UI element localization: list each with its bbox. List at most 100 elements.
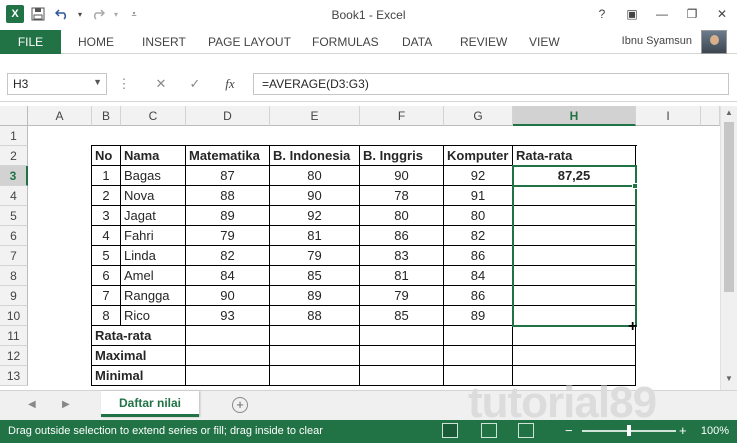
- insert-function-icon[interactable]: fx: [219, 74, 241, 94]
- table-cell[interactable]: 80: [444, 206, 513, 226]
- table-cell[interactable]: 89: [444, 306, 513, 326]
- zoom-in-icon[interactable]: +: [679, 423, 687, 438]
- page-break-view-icon[interactable]: [518, 423, 534, 438]
- col-header-j[interactable]: [701, 106, 720, 126]
- summary-cell[interactable]: [513, 326, 636, 346]
- table-cell[interactable]: 88: [270, 306, 360, 326]
- table-cell[interactable]: 81: [360, 266, 444, 286]
- row-header-12[interactable]: 12: [0, 346, 28, 366]
- table-cell[interactable]: 7: [92, 286, 121, 306]
- user-name[interactable]: Ibnu Syamsun: [622, 35, 692, 47]
- table-cell[interactable]: 79: [270, 246, 360, 266]
- table-cell[interactable]: 5: [92, 246, 121, 266]
- table-cell[interactable]: 86: [444, 286, 513, 306]
- table-cell[interactable]: 84: [186, 266, 270, 286]
- summary-cell[interactable]: [360, 326, 444, 346]
- table-cell[interactable]: 87,25: [513, 166, 636, 186]
- table-cell[interactable]: 90: [360, 166, 444, 186]
- table-cell[interactable]: Fahri: [121, 226, 186, 246]
- col-header-h[interactable]: H: [513, 106, 636, 126]
- table-header-cell[interactable]: Nama: [121, 146, 186, 166]
- summary-cell[interactable]: [444, 346, 513, 366]
- table-cell[interactable]: 89: [270, 286, 360, 306]
- row-header-6[interactable]: 6: [0, 226, 28, 246]
- table-cell[interactable]: 91: [444, 186, 513, 206]
- scroll-down-icon[interactable]: ▼: [721, 374, 737, 388]
- zoom-slider-knob[interactable]: [627, 425, 631, 436]
- table-cell[interactable]: Bagas: [121, 166, 186, 186]
- table-cell[interactable]: [513, 186, 636, 206]
- summary-cell[interactable]: [186, 346, 270, 366]
- col-header-c[interactable]: C: [121, 106, 186, 126]
- help-icon[interactable]: ?: [587, 0, 617, 28]
- table-cell[interactable]: 86: [360, 226, 444, 246]
- summary-cell[interactable]: [270, 326, 360, 346]
- table-cell[interactable]: 85: [270, 266, 360, 286]
- table-cell[interactable]: 8: [92, 306, 121, 326]
- close-icon[interactable]: ✕: [707, 0, 737, 28]
- row-header-9[interactable]: 9: [0, 286, 28, 306]
- next-sheet-icon[interactable]: ▶: [62, 399, 70, 410]
- summary-cell[interactable]: [270, 366, 360, 386]
- table-cell[interactable]: 88: [186, 186, 270, 206]
- name-box[interactable]: H3 ▼: [7, 73, 107, 95]
- table-cell[interactable]: 6: [92, 266, 121, 286]
- table-cell[interactable]: [513, 206, 636, 226]
- minimize-icon[interactable]: —: [647, 0, 677, 28]
- add-sheet-icon[interactable]: +: [232, 397, 248, 413]
- summary-label[interactable]: Minimal: [92, 366, 186, 386]
- tab-insert[interactable]: INSERT: [142, 30, 186, 54]
- summary-cell[interactable]: [360, 366, 444, 386]
- table-cell[interactable]: 85: [360, 306, 444, 326]
- table-cell[interactable]: Amel: [121, 266, 186, 286]
- table-cell[interactable]: 81: [270, 226, 360, 246]
- table-cell[interactable]: 89: [186, 206, 270, 226]
- fill-handle[interactable]: [632, 183, 638, 189]
- col-header-i[interactable]: I: [636, 106, 701, 126]
- table-cell[interactable]: 2: [92, 186, 121, 206]
- col-header-f[interactable]: F: [360, 106, 444, 126]
- table-cell[interactable]: 86: [444, 246, 513, 266]
- zoom-level[interactable]: 100%: [701, 425, 729, 437]
- table-cell[interactable]: 84: [444, 266, 513, 286]
- table-cell[interactable]: 80: [360, 206, 444, 226]
- table-cell[interactable]: 80: [270, 166, 360, 186]
- table-header-cell[interactable]: No: [92, 146, 121, 166]
- table-cell[interactable]: 79: [186, 226, 270, 246]
- table-cell[interactable]: [513, 246, 636, 266]
- table-cell[interactable]: 92: [270, 206, 360, 226]
- row-header-10[interactable]: 10: [0, 306, 28, 326]
- table-header-cell[interactable]: B. Indonesia: [270, 146, 360, 166]
- table-cell[interactable]: 87: [186, 166, 270, 186]
- cancel-icon[interactable]: ✕: [150, 74, 172, 94]
- summary-cell[interactable]: [513, 346, 636, 366]
- table-header-cell[interactable]: Komputer: [444, 146, 513, 166]
- col-header-d[interactable]: D: [186, 106, 270, 126]
- sheet-tab-daftar-nilai[interactable]: Daftar nilai: [101, 391, 199, 417]
- page-layout-view-icon[interactable]: [481, 423, 497, 438]
- table-cell[interactable]: 3: [92, 206, 121, 226]
- tab-data[interactable]: DATA: [402, 30, 432, 54]
- table-cell[interactable]: Rangga: [121, 286, 186, 306]
- tab-file[interactable]: FILE: [0, 30, 61, 54]
- col-header-a[interactable]: A: [28, 106, 92, 126]
- ribbon-display-icon[interactable]: ▣: [617, 0, 647, 28]
- table-header-cell[interactable]: Matematika: [186, 146, 270, 166]
- row-header-13[interactable]: 13: [0, 366, 28, 386]
- table-cell[interactable]: 83: [360, 246, 444, 266]
- row-header-11[interactable]: 11: [0, 326, 28, 346]
- chevron-down-icon[interactable]: ▼: [93, 77, 102, 87]
- table-cell[interactable]: 90: [270, 186, 360, 206]
- table-cell[interactable]: 4: [92, 226, 121, 246]
- vertical-scrollbar[interactable]: ▲ ▼: [720, 106, 737, 390]
- row-header-4[interactable]: 4: [0, 186, 28, 206]
- summary-label[interactable]: Maximal: [92, 346, 186, 366]
- table-cell[interactable]: [513, 286, 636, 306]
- restore-icon[interactable]: ❐: [677, 0, 707, 28]
- table-cell[interactable]: [513, 306, 636, 326]
- summary-cell[interactable]: [186, 366, 270, 386]
- table-header-cell[interactable]: B. Inggris: [360, 146, 444, 166]
- table-cell[interactable]: 82: [186, 246, 270, 266]
- table-cell[interactable]: Rico: [121, 306, 186, 326]
- table-cell[interactable]: 79: [360, 286, 444, 306]
